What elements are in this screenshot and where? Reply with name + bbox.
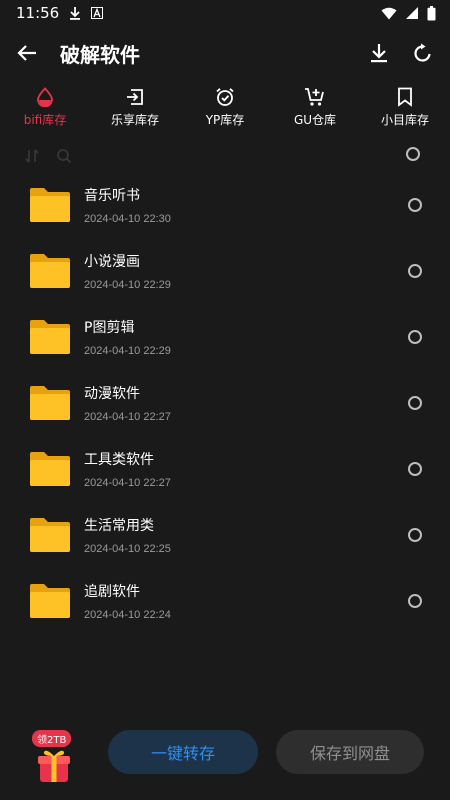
tab-lexiang[interactable]: 乐享库存	[90, 82, 180, 132]
list-item[interactable]: 音乐听书 2024-04-10 22:30	[0, 172, 450, 238]
folder-icon	[30, 254, 70, 288]
download-icon	[371, 44, 387, 63]
status-time: 11:56	[16, 4, 60, 22]
gift-promo[interactable]: 领2TB	[30, 730, 78, 792]
list-item[interactable]: 动漫软件 2024-04-10 22:27	[0, 370, 450, 436]
refresh-icon	[414, 43, 431, 62]
gift-icon	[38, 750, 70, 782]
item-name: 追剧软件	[84, 584, 140, 600]
folder-icon	[30, 188, 70, 222]
download-icon	[70, 7, 81, 20]
alarm-clock-icon	[216, 87, 234, 106]
list-item[interactable]: 工具类软件 2024-04-10 22:27	[0, 436, 450, 502]
tab-xiaomu[interactable]: 小目库存	[360, 82, 450, 132]
item-name: 工具类软件	[84, 452, 154, 468]
item-select-radio[interactable]	[408, 330, 422, 344]
list-item[interactable]: 生活常用类 2024-04-10 22:25	[0, 502, 450, 568]
drop-icon	[37, 86, 53, 107]
folder-list: 音乐听书 2024-04-10 22:30 小说漫画 2024-04-10 22…	[0, 172, 450, 634]
folder-icon	[30, 320, 70, 354]
item-select-radio[interactable]	[408, 462, 422, 476]
item-date: 2024-04-10 22:29	[84, 279, 171, 291]
list-item[interactable]: 追剧软件 2024-04-10 22:24	[0, 568, 450, 634]
item-select-radio[interactable]	[408, 396, 422, 410]
item-name: 生活常用类	[84, 518, 154, 534]
list-item[interactable]: 小说漫画 2024-04-10 22:29	[0, 238, 450, 304]
select-all-radio[interactable]	[406, 147, 420, 161]
download-button[interactable]	[366, 40, 392, 66]
sort-icon[interactable]	[24, 148, 40, 164]
tab-label: GU仓库	[293, 112, 337, 127]
signal-icon	[406, 7, 418, 19]
page-title: 破解软件	[60, 42, 140, 67]
tab-label: 乐享库存	[110, 112, 159, 127]
search-icon[interactable]	[56, 148, 72, 164]
item-select-radio[interactable]	[408, 264, 422, 278]
tab-label: bifi库存	[23, 112, 67, 127]
bookmark-icon	[398, 87, 412, 107]
item-date: 2024-04-10 22:25	[84, 543, 171, 555]
item-date: 2024-04-10 22:30	[84, 213, 171, 225]
tab-bifi[interactable]: bifi库存	[0, 82, 90, 132]
item-select-radio[interactable]	[408, 528, 422, 542]
item-date: 2024-04-10 22:29	[84, 345, 171, 357]
list-item[interactable]: P图剪辑 2024-04-10 22:29	[0, 304, 450, 370]
tab-label: 小目库存	[380, 112, 429, 127]
item-name: P图剪辑	[84, 320, 135, 336]
item-select-radio[interactable]	[408, 198, 422, 212]
folder-icon	[30, 584, 70, 618]
back-button[interactable]	[14, 40, 40, 66]
item-date: 2024-04-10 22:27	[84, 411, 171, 423]
item-date: 2024-04-10 22:27	[84, 477, 171, 489]
refresh-button[interactable]	[410, 40, 436, 66]
save-to-drive-button[interactable]: 保存到网盘	[276, 730, 424, 774]
battery-icon	[427, 5, 436, 20]
wifi-icon	[381, 7, 397, 19]
gift-badge: 领2TB	[32, 730, 72, 747]
item-name: 小说漫画	[84, 254, 140, 270]
folder-icon	[30, 518, 70, 552]
bottom-action-bar: 领2TB 一键转存 保存到网盘	[0, 718, 450, 800]
status-bar: 11:56	[0, 0, 450, 26]
folder-icon	[30, 452, 70, 486]
storage-tabs: bifi库存 乐享库存 YP库存 GU仓库 小目库存	[0, 82, 450, 132]
file-list-panel: 音乐听书 2024-04-10 22:30 小说漫画 2024-04-10 22…	[0, 138, 450, 718]
tab-yp[interactable]: YP库存	[180, 82, 270, 132]
login-box-icon	[127, 88, 143, 105]
app-bar: 破解软件	[0, 26, 450, 80]
tab-label: YP库存	[205, 112, 245, 127]
one-click-save-button[interactable]: 一键转存	[108, 730, 258, 774]
a-icon	[91, 7, 104, 19]
cart-plus-icon	[305, 87, 324, 106]
item-select-radio[interactable]	[408, 594, 422, 608]
item-name: 音乐听书	[84, 188, 140, 204]
folder-icon	[30, 386, 70, 420]
arrow-left-icon	[17, 45, 36, 61]
item-name: 动漫软件	[84, 386, 140, 402]
tab-gu[interactable]: GU仓库	[270, 82, 360, 132]
list-toolbar	[24, 144, 424, 168]
item-date: 2024-04-10 22:24	[84, 609, 171, 621]
